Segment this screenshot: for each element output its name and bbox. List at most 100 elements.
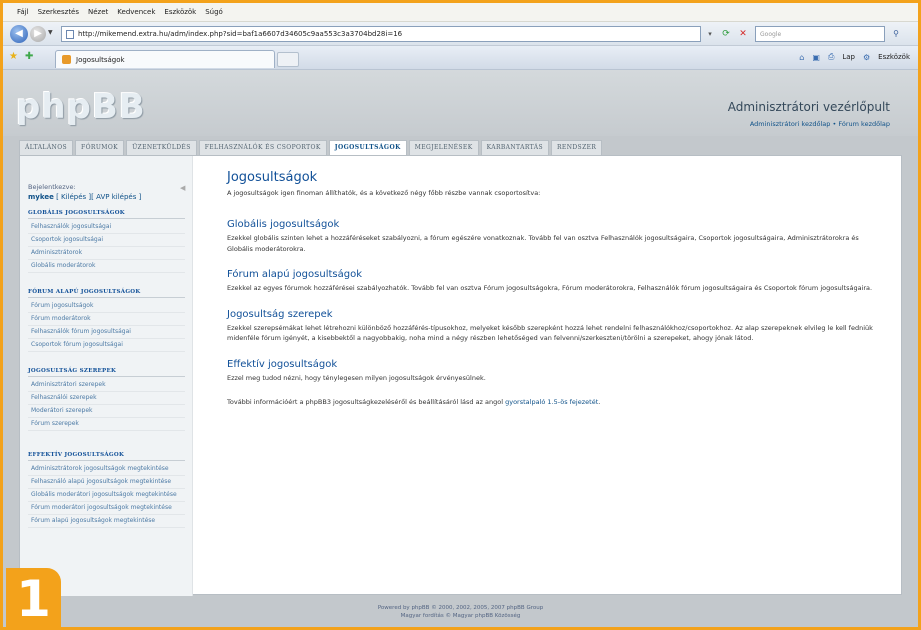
sidebar-item-user-roles[interactable]: Felhasználói szerepek xyxy=(28,392,185,405)
section-title-forum: Fórum alapú jogosultságok xyxy=(227,269,362,280)
menu-favorites[interactable]: Kedvencek xyxy=(117,8,155,16)
guide-link[interactable]: gyorstalpaló 1.5-ös fejezetét xyxy=(505,398,598,406)
sidebar-item-forum-roles[interactable]: Fórum szerepek xyxy=(28,418,185,431)
acp-header: phpBB Adminisztrátori vezérlőpult Admini… xyxy=(3,70,918,136)
phpbb-logo[interactable]: phpBB xyxy=(16,90,146,124)
tab-posting[interactable]: ÜZENETKÜLDÉS xyxy=(126,140,197,155)
sidebar-item-forum-permissions[interactable]: Fórum jogosultságok xyxy=(28,300,185,313)
footer-translation: Magyar fordítás © Magyar phpBB Közösség xyxy=(400,613,521,619)
menu-edit[interactable]: Szerkesztés xyxy=(38,8,79,16)
browser-addressbar: ◀ ▶ ▼ http://mikemend.extra.hu/adm/index… xyxy=(3,22,918,46)
sidebar-heading: JOGOSULTSÁG SZEREPEK xyxy=(28,368,185,377)
tab-forums[interactable]: FÓRUMOK xyxy=(75,140,125,155)
sidebar-heading: GLOBÁLIS JOGOSULTSÁGOK xyxy=(28,210,185,219)
home-icon[interactable]: ⌂ xyxy=(799,53,804,62)
tab-styles[interactable]: MEGJELENÉSEK xyxy=(408,140,479,155)
browser-tab-active[interactable]: Jogosultságok xyxy=(55,50,275,68)
sidebar-item-view-global-mod-permissions[interactable]: Globális moderátori jogosultságok megtek… xyxy=(28,489,185,502)
section-text-effective: Ezzel meg tudod nézni, hogy ténylegesen … xyxy=(227,373,486,382)
browser-tabbar: ★ ✚ Jogosultságok ⌂ ▣ ⎙ Lap ⚙ Eszközök xyxy=(3,46,918,70)
browser-menubar: Fájl Szerkesztés Nézet Kedvencek Eszközö… xyxy=(3,3,918,22)
forum-home-link[interactable]: Fórum kezdőlap xyxy=(838,120,890,128)
acp-tabs: ÁLTALÁNOS FÓRUMOK ÜZENETKÜLDÉS FELHASZNÁ… xyxy=(19,140,603,156)
command-bar: ⌂ ▣ ⎙ Lap ⚙ Eszközök xyxy=(799,52,910,62)
sidebar-item-view-forum-mod-permissions[interactable]: Fórum moderátori jogosultságok megtekint… xyxy=(28,502,185,515)
acp-header-links: Adminisztrátori kezdőlap • Fórum kezdőla… xyxy=(750,120,890,128)
sidebar-item-view-user-permissions[interactable]: Felhasználó alapú jogosultságok megtekin… xyxy=(28,476,185,489)
more-info-lead: További információért a phpBB3 jogosults… xyxy=(227,398,506,406)
sidebar-item-admin-roles[interactable]: Adminisztrátori szerepek xyxy=(28,379,185,392)
acp-sidebar: ◀ Bejelentkezve: mykee [ Kilépés ][ AVP … xyxy=(20,156,193,596)
sidebar-heading: FÓRUM ALAPÚ JOGOSULTSÁGOK xyxy=(28,289,185,298)
username[interactable]: mykee xyxy=(28,193,54,201)
section-text-roles: Ezekkel szerepsémákat lehet létrehozni k… xyxy=(227,323,873,343)
step-number-badge: 1 xyxy=(6,568,61,627)
logout-link[interactable]: [ Kilépés ] xyxy=(56,193,91,201)
sidebar-item-moderator-roles[interactable]: Moderátori szerepek xyxy=(28,405,185,418)
page-icon xyxy=(66,30,74,39)
sidebar-item-group-permissions[interactable]: Csoportok jogosultságai xyxy=(28,234,185,247)
avp-logout-link[interactable]: [ AVP kilépés ] xyxy=(91,193,141,201)
sidebar-item-view-admin-permissions[interactable]: Adminisztrátorok jogosultságok megtekint… xyxy=(28,463,185,476)
tools-menu[interactable]: Eszközök xyxy=(878,53,910,61)
tab-maintenance[interactable]: KARBANTARTÁS xyxy=(480,140,549,155)
menu-tools[interactable]: Eszközök xyxy=(164,8,196,16)
address-url: http://mikemend.extra.hu/adm/index.php?s… xyxy=(78,30,403,38)
add-favorite-icon[interactable]: ✚ xyxy=(25,52,33,62)
intro-text: A jogosultságok igen finoman állíthatók,… xyxy=(227,189,541,197)
admin-home-link[interactable]: Adminisztrátori kezdőlap xyxy=(750,120,831,128)
sidebar-item-group-forum-permissions[interactable]: Csoportok fórum jogosultságai xyxy=(28,339,185,352)
footer-copyright: Powered by phpBB © 2000, 2002, 2005, 200… xyxy=(377,605,544,611)
stop-icon[interactable]: ✕ xyxy=(736,27,750,41)
menu-view[interactable]: Nézet xyxy=(88,8,108,16)
more-info-text: További információért a phpBB3 jogosults… xyxy=(227,398,877,406)
section-text-global: Ezekkel globális szinten lehet a hozzáfé… xyxy=(227,234,859,253)
sidebar-section-effective: EFFEKTÍV JOGOSULTSÁGOK Adminisztrátorok … xyxy=(28,452,185,528)
print-icon[interactable]: ⎙ xyxy=(828,52,834,62)
search-icon[interactable]: ⚲ xyxy=(889,27,903,41)
tools-gear-icon: ⚙ xyxy=(862,52,871,62)
menu-help[interactable]: Súgó xyxy=(205,8,223,16)
page-title: Jogosultságok xyxy=(227,170,318,185)
collapse-sidebar-icon[interactable]: ◀ xyxy=(180,184,188,192)
main-content: Jogosultságok A jogosultságok igen finom… xyxy=(227,170,877,406)
sidebar-item-view-forum-permissions[interactable]: Fórum alapú jogosultságok megtekintése xyxy=(28,515,185,528)
refresh-icon[interactable]: ⟳ xyxy=(719,27,733,41)
feeds-icon[interactable]: ▣ xyxy=(812,53,820,62)
section-title-effective: Effektív jogosultságok xyxy=(227,358,338,370)
section-title-roles: Jogosultság szerepek xyxy=(227,308,333,320)
sidebar-item-forum-moderators[interactable]: Fórum moderátorok xyxy=(28,313,185,326)
tab-users-groups[interactable]: FELHASZNÁLÓK ÉS CSOPORTOK xyxy=(198,140,327,155)
page-footer: Powered by phpBB © 2000, 2002, 2005, 200… xyxy=(3,604,918,620)
menu-file[interactable]: Fájl xyxy=(17,8,29,16)
sidebar-item-administrators[interactable]: Adminisztrátorok xyxy=(28,247,185,260)
forward-arrow-icon[interactable]: ▶ xyxy=(30,26,46,42)
sidebar-section-global: GLOBÁLIS JOGOSULTSÁGOK Felhasználók jogo… xyxy=(28,210,185,273)
search-input[interactable]: Google xyxy=(755,26,885,42)
sidebar-item-user-permissions[interactable]: Felhasználók jogosultságai xyxy=(28,221,185,234)
sidebar-section-roles: JOGOSULTSÁG SZEREPEK Adminisztrátori sze… xyxy=(28,368,185,431)
acp-title: Adminisztrátori vezérlőpult xyxy=(727,100,890,114)
address-dropdown-icon[interactable]: ▾ xyxy=(703,27,717,41)
login-info: mykee [ Kilépés ][ AVP kilépés ] xyxy=(28,193,141,201)
acp-panel: ◀ Bejelentkezve: mykee [ Kilépés ][ AVP … xyxy=(19,155,902,596)
history-dropdown-icon[interactable]: ▼ xyxy=(48,29,53,36)
page-menu[interactable]: Lap xyxy=(842,53,855,61)
section-text-forum: Ezekkel az egyes fórumok hozzáférései sz… xyxy=(227,284,873,292)
address-input[interactable]: http://mikemend.extra.hu/adm/index.php?s… xyxy=(61,26,701,42)
tab-system[interactable]: RENDSZER xyxy=(551,140,603,155)
back-arrow-icon[interactable]: ◀ xyxy=(10,25,28,43)
screenshot-frame: Fájl Szerkesztés Nézet Kedvencek Eszközö… xyxy=(0,0,921,630)
tab-permissions[interactable]: JOGOSULTSÁGOK xyxy=(328,140,407,156)
more-info-end: . xyxy=(598,398,601,406)
web-page: phpBB Adminisztrátori vezérlőpult Admini… xyxy=(3,70,918,627)
browser-tab-title: Jogosultságok xyxy=(76,56,125,64)
sidebar-heading: EFFEKTÍV JOGOSULTSÁGOK xyxy=(28,452,185,461)
tab-general[interactable]: ÁLTALÁNOS xyxy=(19,140,74,155)
sidebar-item-user-forum-permissions[interactable]: Felhasználók fórum jogosultságai xyxy=(28,326,185,339)
sidebar-item-global-moderators[interactable]: Globális moderátorok xyxy=(28,260,185,273)
tab-favicon-icon xyxy=(62,55,71,64)
favorites-star-icon[interactable]: ★ xyxy=(9,52,18,62)
section-title-global: Globális jogosultságok xyxy=(227,219,340,230)
new-tab-button[interactable] xyxy=(277,52,299,67)
